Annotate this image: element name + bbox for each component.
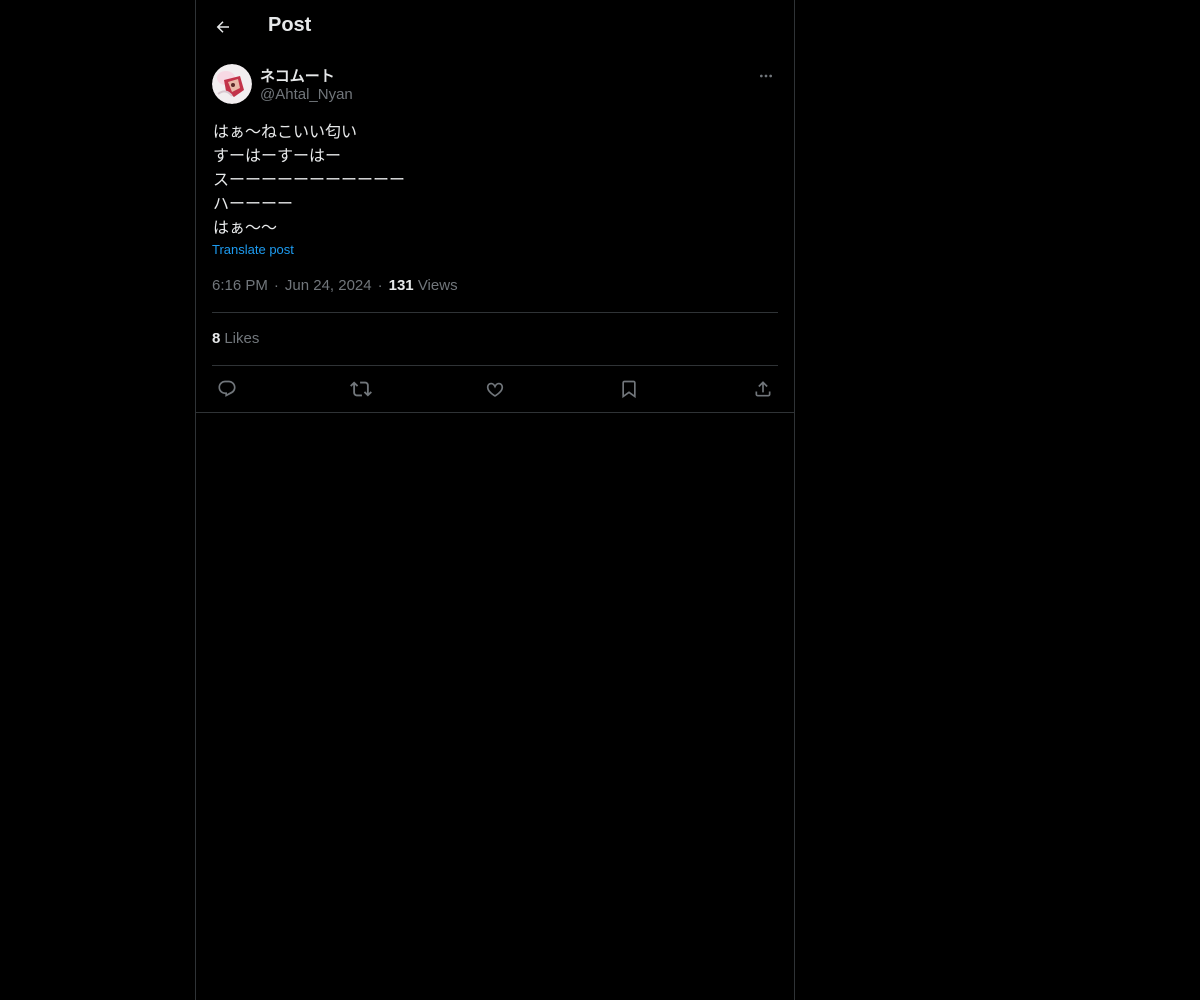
author-handle[interactable]: @Ahtal_Nyan (260, 86, 353, 103)
back-button[interactable] (208, 12, 238, 42)
reply-icon (218, 380, 236, 397)
share-button[interactable] (750, 376, 776, 402)
more-horizontal-icon (760, 74, 772, 78)
post-line: ハーーーー (213, 194, 294, 213)
author-row: ネコムート @Ahtal_Nyan (212, 64, 778, 108)
reply-button[interactable] (214, 376, 240, 402)
views-count: 131 (388, 277, 414, 294)
meta-separator: · (377, 277, 383, 294)
like-button[interactable] (482, 376, 508, 402)
bookmark-icon (622, 380, 636, 399)
author-display-name[interactable]: ネコムート (260, 65, 335, 86)
post-line: はぁ〜〜 (213, 218, 278, 237)
post-line: すーはーすーはー (213, 146, 342, 165)
avatar[interactable] (212, 64, 252, 104)
views-label: Views (417, 277, 458, 294)
more-options-button[interactable] (754, 64, 778, 88)
heart-icon (486, 382, 504, 397)
post-column: Post ネコムート @Ahtal_Nyan はぁ〜ねこいい匂い すーはーすーは… (195, 0, 795, 1000)
translate-post-link[interactable]: Translate post (212, 242, 294, 257)
repost-icon (350, 381, 372, 397)
page-header: Post (196, 0, 794, 54)
share-icon (755, 381, 771, 397)
action-bar (196, 366, 794, 413)
likes-count: 8 (212, 330, 221, 347)
post-meta: 6:16 PM · Jun 24, 2024 · 131 Views (212, 277, 458, 294)
bookmark-button[interactable] (616, 376, 642, 402)
arrow-left-icon (216, 21, 229, 33)
divider (212, 312, 778, 313)
page-title: Post (268, 14, 312, 36)
post-line: はぁ〜ねこいい匂い (213, 122, 358, 141)
post-text: はぁ〜ねこいい匂い すーはーすーはー スーーーーーーーーーーー ハーーーー はぁ… (213, 120, 773, 240)
likes-stat[interactable]: 8 Likes (212, 330, 259, 347)
likes-label: Likes (224, 330, 260, 347)
repost-button[interactable] (348, 376, 374, 402)
avatar-image (212, 64, 252, 104)
post-line: スーーーーーーーーーーー (213, 170, 406, 189)
post-time[interactable]: 6:16 PM (212, 277, 268, 294)
post-date[interactable]: Jun 24, 2024 (285, 277, 372, 294)
meta-separator: · (273, 277, 279, 294)
